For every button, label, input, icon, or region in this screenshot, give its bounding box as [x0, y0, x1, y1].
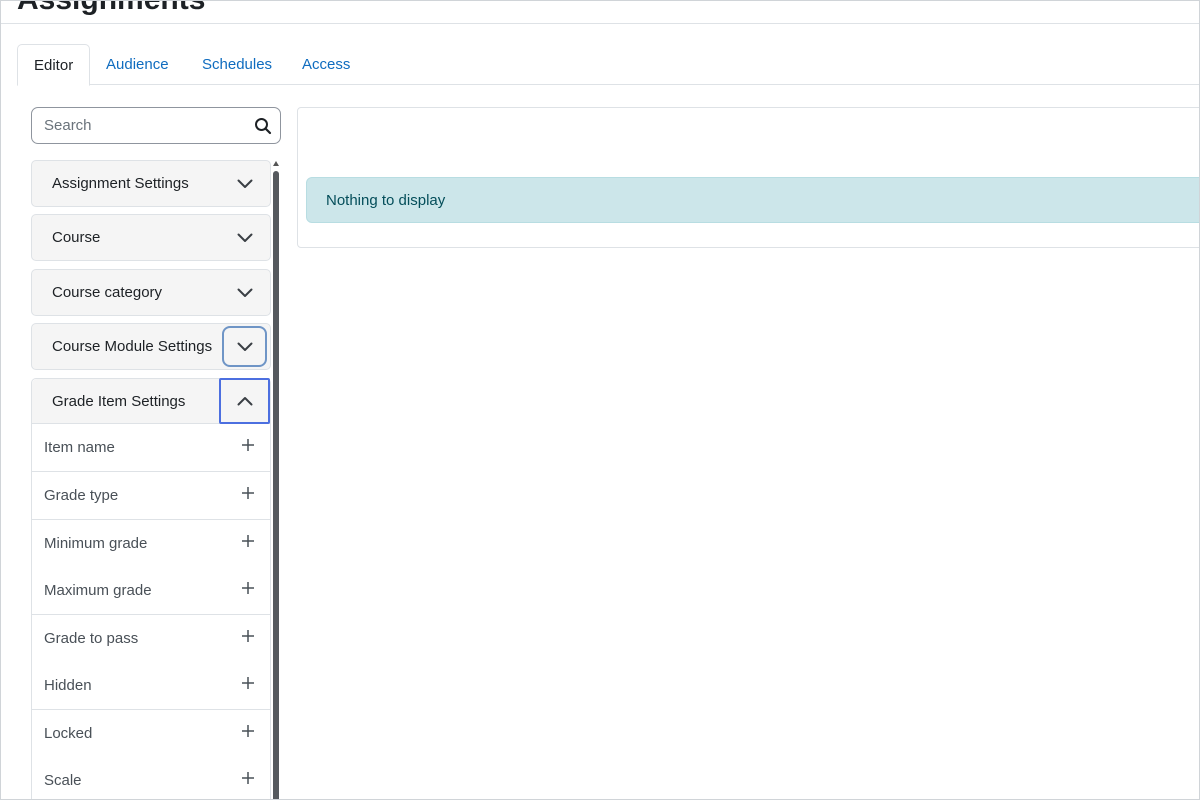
field-label: Locked — [44, 725, 93, 742]
scrollbar-thumb[interactable] — [273, 171, 279, 799]
chevron-down-icon[interactable] — [222, 326, 267, 367]
accordion-header[interactable]: Grade Item Settings — [32, 378, 270, 424]
tab-access[interactable]: Access — [286, 44, 366, 85]
tab-schedules[interactable]: Schedules — [186, 44, 288, 85]
accordion-grade-item-settings: Grade Item Settings Item name Grade type… — [31, 378, 271, 799]
sidebar-scrollbar[interactable] — [272, 161, 280, 799]
chevron-down-icon[interactable] — [222, 217, 267, 258]
field-sidebar: Assignment Settings Course Course catego… — [31, 160, 272, 799]
accordion-course[interactable]: Course — [31, 214, 271, 261]
tab-editor[interactable]: Editor — [17, 44, 91, 86]
field-label: Minimum grade — [44, 535, 148, 552]
field-hidden[interactable]: Hidden — [32, 662, 270, 710]
plus-icon[interactable] — [241, 629, 255, 643]
field-label: Grade type — [44, 487, 119, 504]
search-icon[interactable] — [254, 117, 272, 135]
page-title: Assignments — [17, 1, 205, 17]
app-window: Assignments Editor Audience Schedules Ac… — [0, 0, 1200, 800]
field-item-name[interactable]: Item name — [32, 424, 270, 472]
plus-icon[interactable] — [241, 581, 255, 595]
accordion-label: Grade Item Settings — [52, 393, 186, 410]
plus-icon[interactable] — [241, 486, 255, 500]
accordion-label: Course Module Settings — [52, 338, 213, 355]
plus-icon[interactable] — [241, 438, 255, 452]
accordion-label: Assignment Settings — [52, 175, 189, 192]
field-label: Grade to pass — [44, 630, 139, 647]
tab-audience[interactable]: Audience — [90, 44, 185, 85]
chevron-up-icon[interactable] — [219, 378, 270, 424]
scroll-up-arrow-icon[interactable] — [273, 161, 279, 166]
plus-icon[interactable] — [241, 771, 255, 785]
field-maximum-grade[interactable]: Maximum grade — [32, 567, 270, 615]
field-label: Scale — [44, 772, 82, 789]
plus-icon[interactable] — [241, 534, 255, 548]
field-locked[interactable]: Locked — [32, 710, 270, 758]
search-input[interactable] — [44, 108, 244, 143]
chevron-down-icon[interactable] — [222, 272, 267, 313]
accordion-label: Course — [52, 229, 101, 246]
chevron-down-icon[interactable] — [222, 163, 267, 204]
field-grade-type[interactable]: Grade type — [32, 472, 270, 520]
empty-state-message: Nothing to display — [326, 192, 446, 209]
title-divider — [1, 23, 1199, 24]
accordion-course-module-settings[interactable]: Course Module Settings — [31, 323, 271, 370]
empty-state-alert: Nothing to display — [306, 177, 1199, 223]
search-box — [31, 107, 281, 144]
field-label: Hidden — [44, 677, 92, 694]
field-label: Item name — [44, 439, 115, 456]
field-minimum-grade[interactable]: Minimum grade — [32, 520, 270, 568]
field-label: Maximum grade — [44, 582, 152, 599]
field-grade-to-pass[interactable]: Grade to pass — [32, 615, 270, 663]
accordion-course-category[interactable]: Course category — [31, 269, 271, 316]
tab-bar: Editor Audience Schedules Access — [17, 44, 1199, 86]
accordion-assignment-settings[interactable]: Assignment Settings — [31, 160, 271, 207]
plus-icon[interactable] — [241, 676, 255, 690]
plus-icon[interactable] — [241, 724, 255, 738]
accordion-label: Course category — [52, 284, 163, 301]
field-scale[interactable]: Scale — [32, 757, 270, 799]
